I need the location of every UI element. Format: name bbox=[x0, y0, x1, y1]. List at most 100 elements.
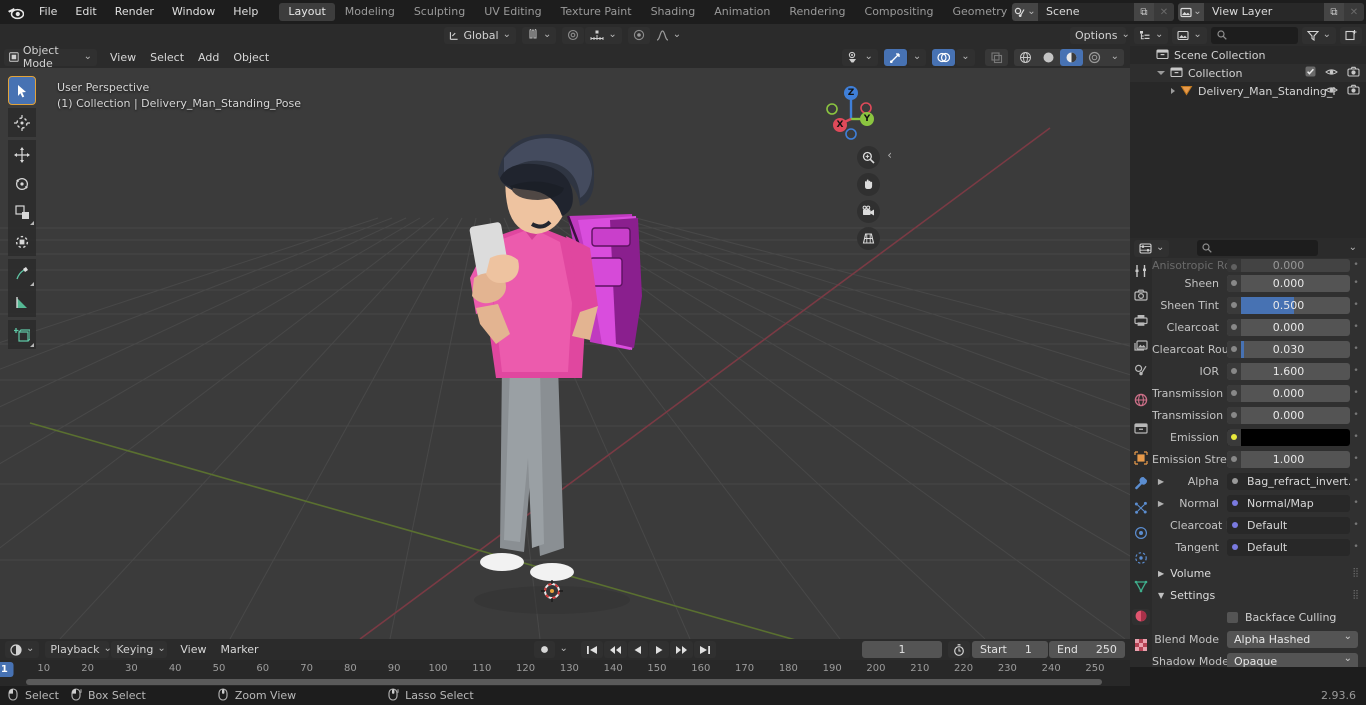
top-menu-render[interactable]: Render bbox=[106, 0, 163, 24]
properties-render-tab[interactable] bbox=[1132, 289, 1150, 305]
zoom-icon[interactable] bbox=[857, 146, 880, 169]
animate-property-dot[interactable]: • bbox=[1350, 476, 1362, 486]
viewport-menu-add[interactable]: Add bbox=[191, 49, 226, 66]
property-slider[interactable]: 1.000 bbox=[1227, 450, 1350, 468]
jump-start-icon[interactable] bbox=[580, 641, 603, 658]
scene-name[interactable]: Scene bbox=[1038, 3, 1134, 21]
drag-grip-icon[interactable]: ⣿ bbox=[1352, 590, 1360, 600]
visibility-filter-icon[interactable] bbox=[842, 48, 878, 66]
transform-tool[interactable] bbox=[8, 227, 36, 256]
section-volume[interactable]: ▶ Volume ⣿ bbox=[1152, 562, 1366, 584]
stopwatch-icon[interactable] bbox=[948, 641, 970, 658]
top-menu-help[interactable]: Help bbox=[224, 0, 267, 24]
viewport-options-dropdown[interactable]: Options bbox=[1070, 26, 1126, 44]
workspace-tab-layout[interactable]: Layout bbox=[279, 3, 335, 21]
animate-property-dot[interactable]: • bbox=[1350, 278, 1362, 288]
copy-icon[interactable]: ⧉ bbox=[1134, 3, 1154, 21]
property-slider[interactable]: 0.000 bbox=[1227, 274, 1350, 292]
node-socket-icon[interactable] bbox=[1227, 258, 1241, 272]
shadow-mode-dropdown[interactable]: Opaque bbox=[1227, 652, 1358, 667]
animate-property-dot[interactable]: • bbox=[1350, 260, 1362, 270]
node-socket-icon[interactable] bbox=[1227, 362, 1241, 380]
property-link-field[interactable]: Default bbox=[1227, 538, 1350, 556]
properties-constraints-tab[interactable] bbox=[1132, 551, 1150, 567]
properties-browse-icon[interactable] bbox=[1134, 239, 1170, 257]
disclosure-triangle-icon[interactable] bbox=[1171, 88, 1175, 94]
node-socket-icon[interactable] bbox=[1227, 274, 1241, 292]
new-collection-icon[interactable] bbox=[1340, 26, 1362, 44]
property-color-swatch[interactable] bbox=[1227, 428, 1350, 446]
play-reverse-icon[interactable] bbox=[627, 641, 648, 658]
gizmo-axis-y[interactable]: Y bbox=[860, 112, 874, 126]
view-layer-name[interactable]: View Layer bbox=[1204, 3, 1324, 21]
outliner-display-icon[interactable] bbox=[1134, 26, 1169, 44]
view-layer-selector[interactable]: View Layer ⧉ ✕ bbox=[1178, 3, 1364, 21]
timeline-view-menu[interactable]: View bbox=[173, 641, 213, 658]
timeline-marker-menu[interactable]: Marker bbox=[214, 641, 266, 658]
render-camera-icon[interactable] bbox=[1347, 66, 1360, 80]
pan-hand-icon[interactable] bbox=[857, 173, 880, 196]
workspace-tab-shading[interactable]: Shading bbox=[642, 3, 705, 21]
expand-arrow-icon[interactable]: ▶ bbox=[1152, 499, 1170, 508]
outliner-row[interactable]: Scene Collection bbox=[1130, 46, 1366, 64]
animate-property-dot[interactable]: • bbox=[1350, 388, 1362, 398]
jump-end-icon[interactable] bbox=[693, 641, 716, 658]
scale-tool[interactable] bbox=[8, 198, 36, 227]
x-icon[interactable]: ✕ bbox=[1344, 3, 1364, 21]
visibility-eye-icon[interactable] bbox=[1325, 67, 1338, 80]
render-camera-icon[interactable] bbox=[1347, 84, 1360, 98]
material-preview-icon[interactable] bbox=[1059, 48, 1083, 66]
snap-icon[interactable] bbox=[522, 26, 557, 44]
overlays-icon[interactable] bbox=[932, 48, 956, 66]
properties-scene-tab[interactable] bbox=[1132, 364, 1150, 380]
animate-property-dot[interactable]: • bbox=[1350, 300, 1362, 310]
timeline-playhead[interactable]: 1 bbox=[0, 662, 14, 677]
properties-search-input[interactable] bbox=[1197, 240, 1318, 256]
frame-end-field[interactable]: End 250 bbox=[1049, 641, 1125, 658]
workspace-tab-rendering[interactable]: Rendering bbox=[780, 3, 854, 21]
scene-icon[interactable] bbox=[1012, 3, 1038, 21]
gizmo-icon[interactable] bbox=[883, 48, 907, 66]
outliner-row[interactable]: Collection bbox=[1130, 64, 1366, 82]
workspace-tab-sculpting[interactable]: Sculpting bbox=[405, 3, 474, 21]
property-link-field[interactable]: Bag_refract_invert.p... bbox=[1227, 472, 1350, 490]
animate-property-dot[interactable]: • bbox=[1350, 454, 1362, 464]
backface-culling-checkbox[interactable] bbox=[1227, 611, 1238, 623]
properties-texture-tab[interactable] bbox=[1132, 638, 1150, 654]
cursor-tool[interactable] bbox=[8, 108, 36, 137]
camera-icon[interactable] bbox=[857, 200, 880, 223]
properties-options-chevron-icon[interactable] bbox=[1344, 240, 1362, 257]
funnel-icon[interactable] bbox=[1301, 26, 1336, 44]
sidebar-toggle-arrow-icon[interactable]: ‹ bbox=[887, 148, 892, 162]
node-socket-icon[interactable] bbox=[1227, 318, 1241, 336]
top-menu-window[interactable]: Window bbox=[163, 0, 224, 24]
node-socket-icon[interactable] bbox=[1227, 428, 1241, 446]
properties-data-tab[interactable] bbox=[1132, 580, 1150, 596]
properties-modifier-tab[interactable] bbox=[1132, 476, 1150, 492]
view-layer-icon[interactable] bbox=[1178, 3, 1204, 21]
play-icon[interactable] bbox=[648, 641, 669, 658]
property-slider[interactable]: 0.000 bbox=[1227, 384, 1350, 402]
properties-collection-tab[interactable] bbox=[1132, 422, 1150, 438]
timeline-editor-icon[interactable] bbox=[5, 641, 40, 658]
navigation-gizmo[interactable]: Z X Y bbox=[820, 78, 882, 140]
rendered-icon[interactable] bbox=[1083, 49, 1106, 66]
outliner-search-input[interactable] bbox=[1210, 26, 1298, 44]
workspace-tab-animation[interactable]: Animation bbox=[705, 3, 779, 21]
properties-material-tab[interactable] bbox=[1132, 609, 1150, 625]
node-socket-icon[interactable] bbox=[1227, 296, 1241, 314]
record-keyframe-icon[interactable] bbox=[533, 641, 555, 658]
gizmo-axis-z[interactable]: Z bbox=[844, 86, 858, 100]
record-options-chevron-icon[interactable] bbox=[555, 641, 573, 658]
property-slider[interactable]: 0.500 bbox=[1227, 296, 1350, 314]
disclosure-triangle-icon[interactable] bbox=[1157, 71, 1165, 75]
xray-icon[interactable] bbox=[984, 48, 1008, 66]
solid-icon[interactable] bbox=[1037, 49, 1060, 66]
animate-property-dot[interactable]: • bbox=[1350, 366, 1362, 376]
animate-property-dot[interactable]: • bbox=[1350, 542, 1362, 552]
keying-menu[interactable]: Keying bbox=[111, 641, 168, 658]
x-icon[interactable]: ✕ bbox=[1154, 3, 1174, 21]
top-menu-edit[interactable]: Edit bbox=[66, 0, 105, 24]
properties-view-layer-tab[interactable] bbox=[1132, 339, 1150, 355]
top-menu-file[interactable]: File bbox=[30, 0, 66, 24]
